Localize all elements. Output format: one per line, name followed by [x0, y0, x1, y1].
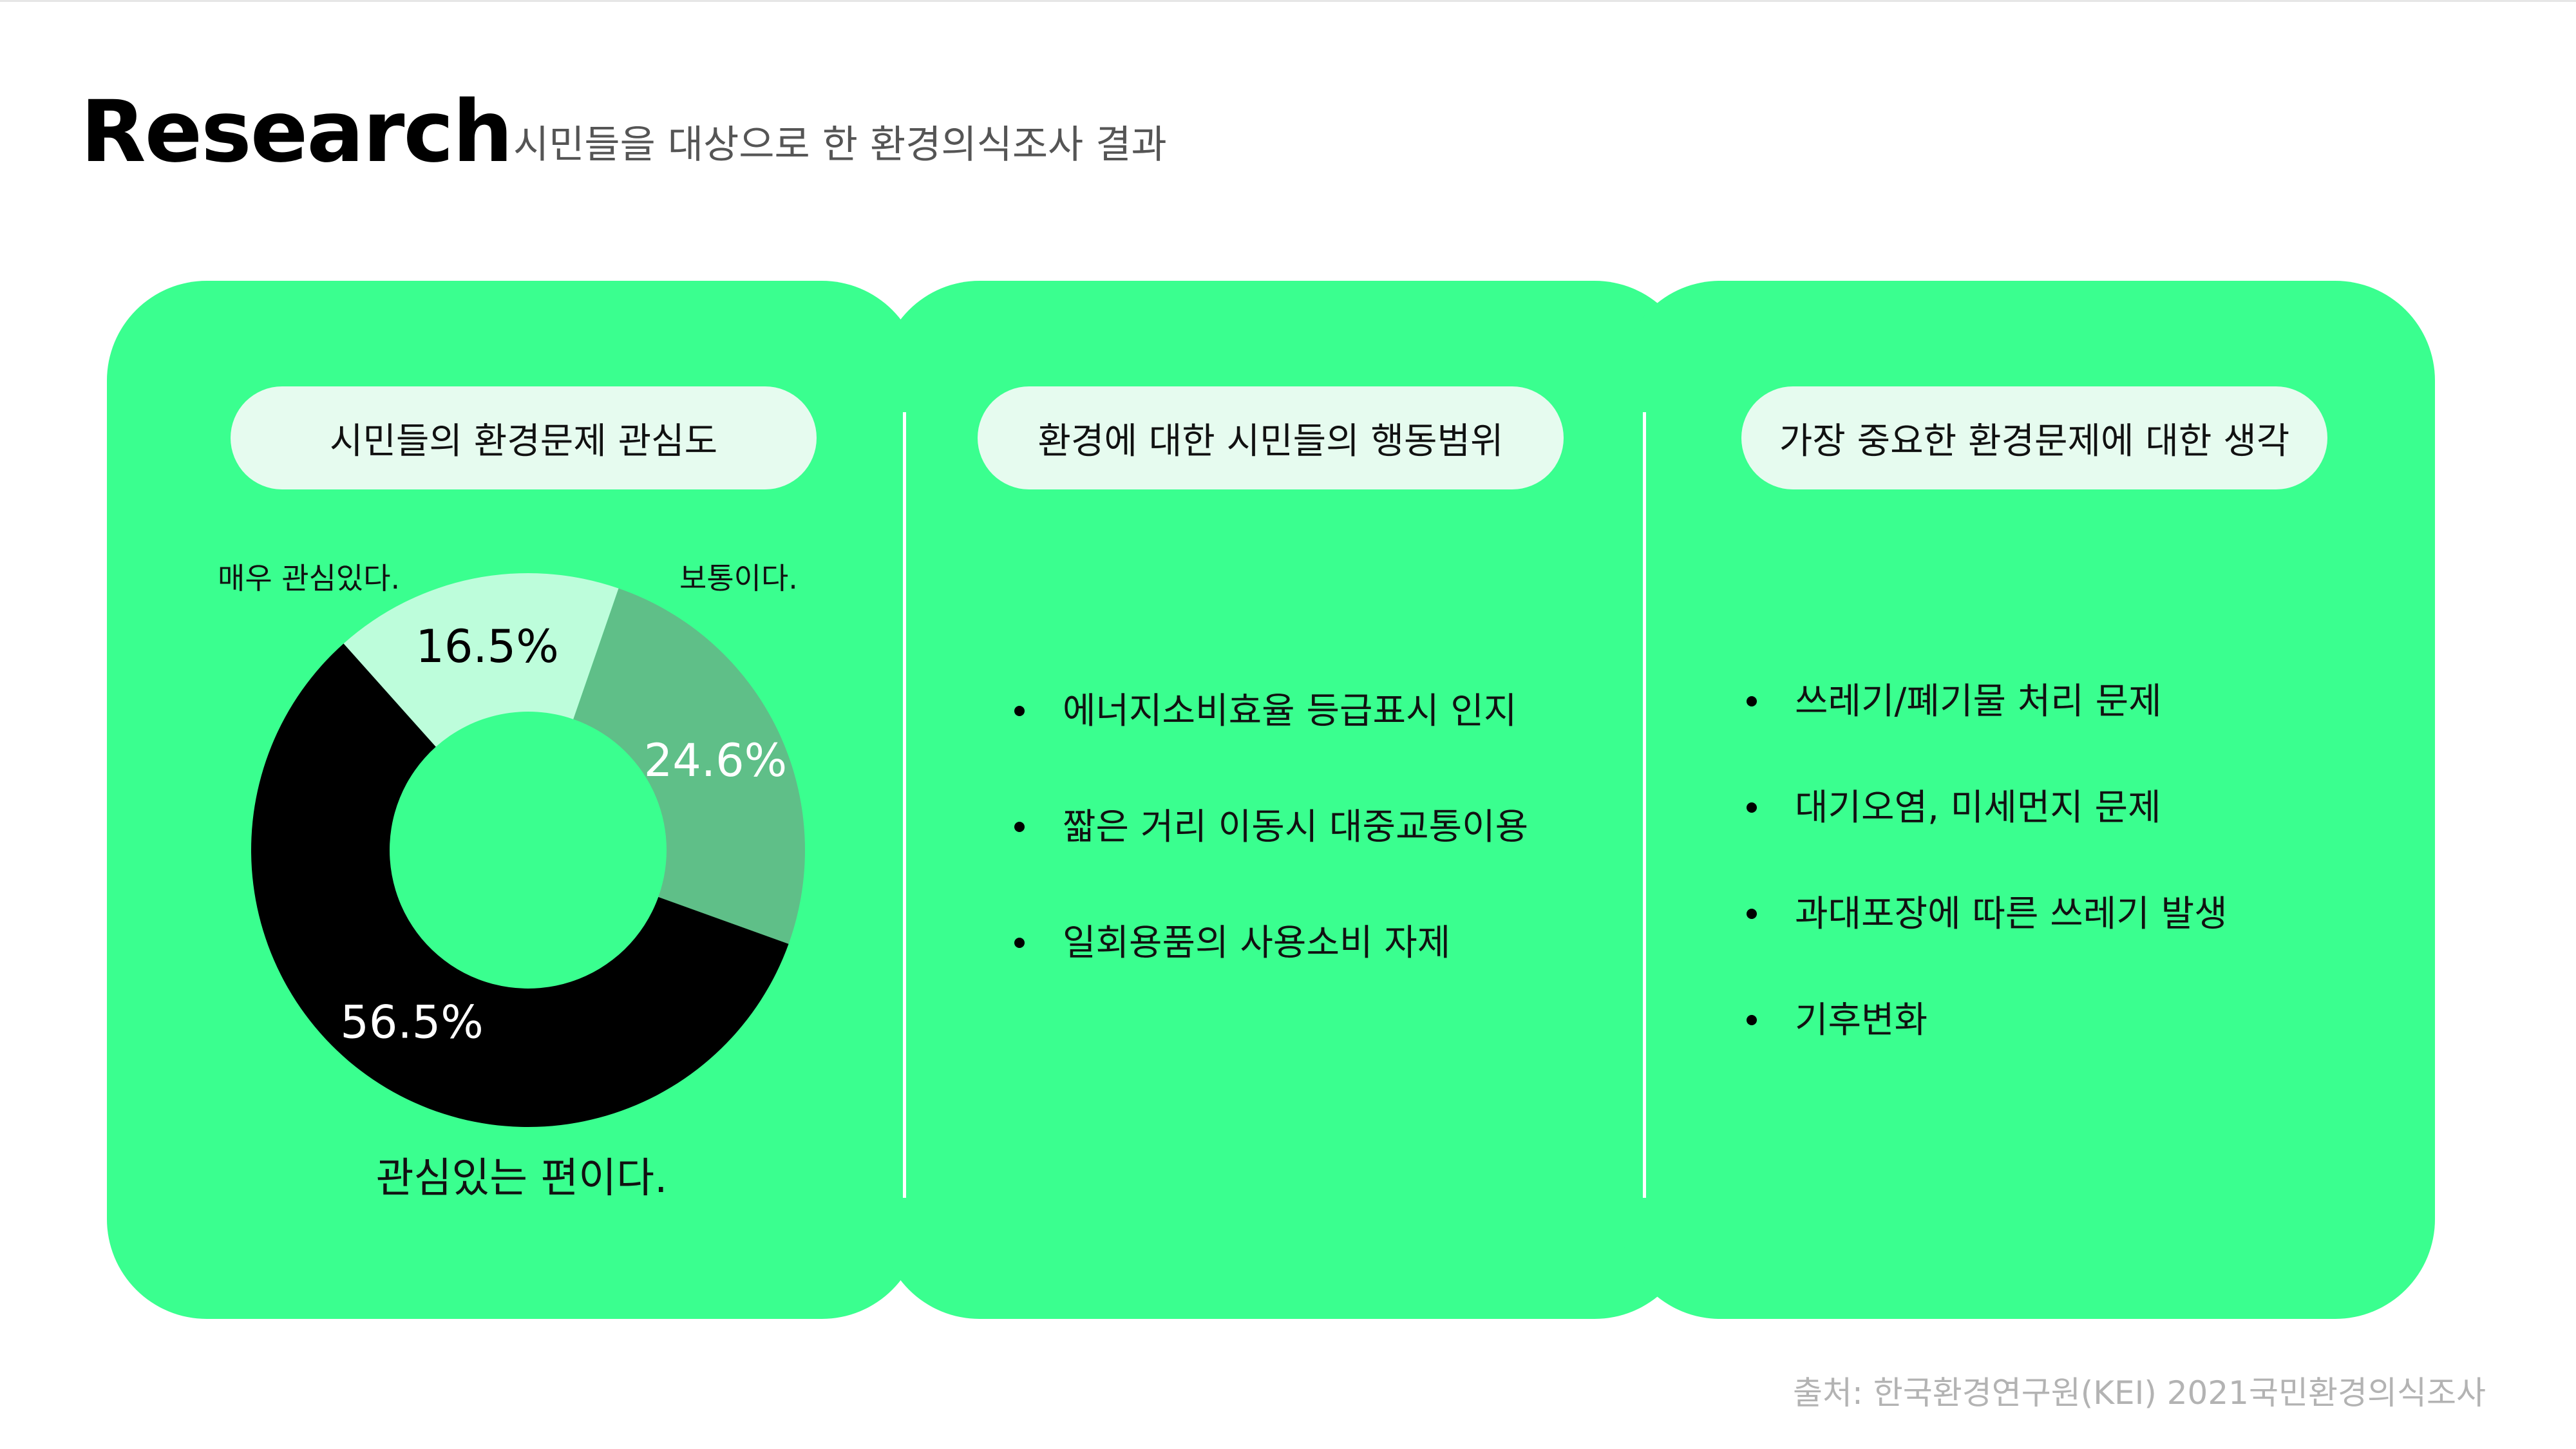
panel-issues-title: 가장 중요한 환경문제에 대한 생각	[1741, 386, 2327, 489]
bullet-icon	[1014, 938, 1025, 948]
slice-label-interested: 56.5%	[340, 996, 483, 1048]
list-item: 쓰레기/폐기물 처리 문제	[1747, 679, 2228, 724]
list-item-label: 짧은 거리 이동시 대중교통이용	[1063, 806, 1529, 848]
list-item: 일회용품의 사용소비 자제	[1014, 921, 1528, 966]
list-item: 과대포장에 따른 쓰레기 발생	[1747, 892, 2228, 937]
issues-list: 쓰레기/폐기물 처리 문제 대기오염, 미세먼지 문제 과대포장에 따른 쓰레기…	[1747, 679, 2228, 1104]
slice-label-normal: 24.6%	[644, 734, 787, 787]
slice-label-very-interested: 16.5%	[415, 620, 558, 673]
list-item-label: 대기오염, 미세먼지 문제	[1795, 787, 2161, 829]
behavior-list: 에너지소비효율 등급표시 인지 짧은 거리 이동시 대중교통이용 일회용품의 사…	[1014, 689, 1528, 1037]
list-item: 기후변화	[1747, 998, 2228, 1043]
page-title: Research	[80, 82, 513, 182]
legend-label-interested: 관심있는 편이다.	[375, 1155, 668, 1202]
bullet-icon	[1747, 1015, 1757, 1025]
list-item: 짧은 거리 이동시 대중교통이용	[1014, 805, 1528, 850]
bullet-icon	[1747, 696, 1757, 706]
bullet-icon	[1014, 706, 1025, 716]
bullet-icon	[1747, 802, 1757, 813]
list-item-label: 쓰레기/폐기물 처리 문제	[1795, 681, 2162, 723]
panel-divider	[1643, 412, 1646, 1198]
bullet-icon	[1014, 822, 1025, 832]
panel-interest-title: 시민들의 환경문제 관심도	[231, 386, 817, 489]
list-item-label: 일회용품의 사용소비 자제	[1063, 922, 1451, 964]
list-item: 에너지소비효율 등급표시 인지	[1014, 689, 1528, 734]
panel-divider	[903, 412, 906, 1198]
list-item-label: 과대포장에 따른 쓰레기 발생	[1795, 893, 2228, 935]
list-item: 대기오염, 미세먼지 문제	[1747, 786, 2228, 831]
page-subtitle: 시민들을 대상으로 한 환경의식조사 결과	[513, 122, 1167, 167]
source-citation: 출처: 한국환경연구원(KEI) 2021국민환경의식조사	[1792, 1374, 2486, 1412]
list-item-label: 에너지소비효율 등급표시 인지	[1063, 690, 1517, 732]
bullet-icon	[1747, 909, 1757, 919]
donut-chart: 16.5% 24.6% 56.5%	[251, 573, 805, 1127]
list-item-label: 기후변화	[1795, 999, 1928, 1041]
panel-behavior-title: 환경에 대한 시민들의 행동범위	[978, 386, 1564, 489]
top-border	[0, 0, 2576, 2]
